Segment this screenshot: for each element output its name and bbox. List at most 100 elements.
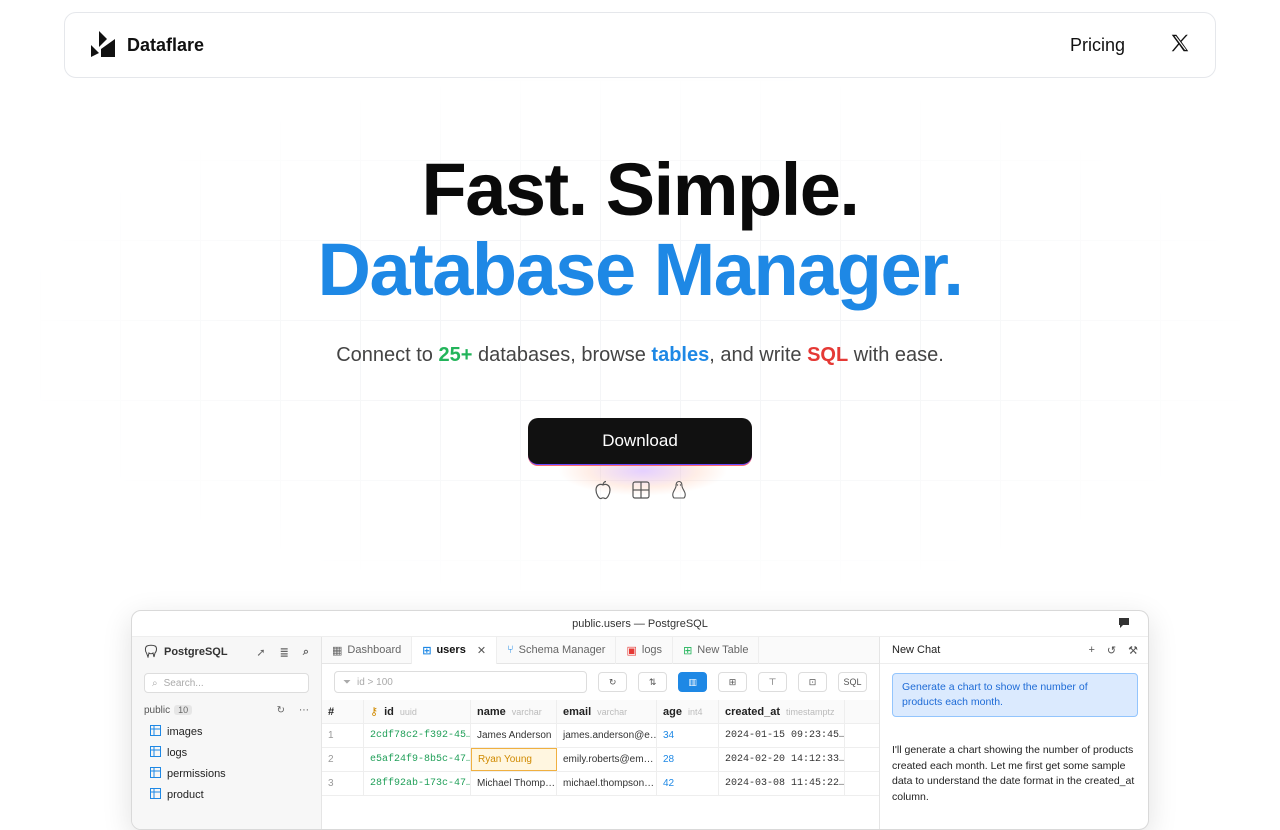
sql-button[interactable]: SQL [838,672,868,692]
column-header[interactable]: email varchar [557,700,657,723]
db-name: PostgreSQL [164,646,228,658]
chat-bubble-icon[interactable] [1118,617,1130,632]
sort-button[interactable]: ⇅ [638,672,668,692]
brand[interactable]: Dataflare [89,29,204,62]
columns-view-button[interactable]: ▥ [678,672,708,692]
column-name: email [563,705,592,718]
search-icon[interactable]: ⌕ [303,646,309,659]
cell-name[interactable]: Michael Thomp… [471,772,557,795]
sidebar-item-logs[interactable]: logs [132,742,321,763]
history-icon[interactable]: ↺ [1107,644,1116,657]
column-header[interactable]: # [322,700,364,723]
app-preview-window: public.users — PostgreSQL PostgreSQL ➚ ≣… [131,610,1149,830]
windows-icon[interactable] [630,478,652,502]
plus-icon[interactable]: + [1088,644,1094,657]
column-name: # [328,705,335,718]
sidebar-item-permissions[interactable]: permissions [132,763,321,784]
filter-icon: ⏷ [343,676,351,688]
tab-label: Dashboard [347,644,402,656]
tab-new-table[interactable]: ⊞ New Table [673,636,760,664]
column-header[interactable]: age int4 [657,700,719,723]
os-icons [592,478,690,502]
cell-email[interactable]: michael.thompson… [557,772,657,795]
hero-title-line1: Fast. Simple. [421,148,860,231]
column-name: name [477,705,506,718]
cell-age[interactable]: 28 [657,748,719,771]
terminal-icon: ▣ [626,644,637,657]
hero: Fast. Simple. Database Manager. Connect … [0,150,1280,367]
cell-age[interactable]: 34 [657,724,719,747]
top-navbar: Dataflare Pricing [64,12,1216,78]
cell-age[interactable]: 42 [657,772,719,795]
hero-title-line2: Database Manager. [317,228,964,311]
tab-users[interactable]: ⊞ users ✕ [412,636,498,664]
search-icon: ⌕ [152,677,158,689]
tab-schema-manager[interactable]: ⑂ Schema Manager [497,636,617,664]
schema-name: public [144,704,171,716]
brand-name: Dataflare [127,34,205,55]
cell-id[interactable]: 2cdf78c2-f392-45… [364,724,471,747]
table-row[interactable]: 2 e5af24f9-8b5c-47… Ryan Young emily.rob… [322,748,879,772]
tab-dashboard[interactable]: ▦ Dashboard [322,636,413,664]
column-header[interactable]: name varchar [471,700,557,723]
tab-logs[interactable]: ▣ logs [616,636,674,664]
column-type: varchar [511,706,542,717]
table-row[interactable]: 3 28ff92ab-173c-47… Michael Thomp… micha… [322,772,879,796]
window-title: public.users — PostgreSQL [572,617,708,630]
linux-icon[interactable] [668,478,690,502]
table-row[interactable]: 1 2cdf78c2-f392-45… James Anderson james… [322,724,879,748]
schema-selector[interactable]: public 10 ↻ ⋯ [132,699,321,721]
refresh-icon[interactable]: ↻ [277,705,285,716]
cell-id[interactable]: 28ff92ab-173c-47… [364,772,471,795]
column-type: int4 [687,706,703,717]
sidebar-item-product[interactable]: product [132,784,321,805]
x-twitter-icon[interactable] [1169,32,1191,59]
tab-bar: ▦ Dashboard ⊞ users ✕ ⑂ Schema Manager ▣… [322,636,879,664]
cell-email[interactable]: emily.roberts@em… [557,748,657,771]
cell-email[interactable]: james.anderson@e… [557,724,657,747]
table-toolbar: ⏷ id > 100 ↻ ⇅ ▥ ⊞ ⊤ ⊡ SQL [322,664,879,700]
apple-icon[interactable] [592,478,614,502]
filter-input[interactable]: ⏷ id > 100 [334,671,588,693]
sidebar-item-label: images [167,725,203,738]
column-header[interactable]: ⚷ id uuid [364,700,471,723]
add-row-button[interactable]: ⊞ [718,672,748,692]
close-tab-icon[interactable]: ✕ [477,644,486,657]
paint-button[interactable]: ⊤ [758,672,788,692]
sidebar-search-placeholder: Search... [163,677,204,689]
cell-name[interactable]: James Anderson [471,724,557,747]
database-icon[interactable]: ≣ [280,646,289,659]
user-prompt-message: Generate a chart to show the number of p… [892,673,1138,717]
dataflare-logo-icon [89,29,117,62]
sidebar-item-images[interactable]: images [132,721,321,742]
more-icon[interactable]: ⋯ [299,705,309,716]
cell-id[interactable]: e5af24f9-8b5c-47… [364,748,471,771]
cell-created-at[interactable]: 2024-01-15 09:23:45… [719,724,845,747]
column-name: age [663,705,682,718]
cell-name-selected[interactable]: Ryan Young [471,748,557,771]
column-name: created_at [725,705,781,718]
filter-placeholder: id > 100 [357,676,393,688]
ai-chat-panel: New Chat + ↺ ⚒ Generate a chart to show … [879,637,1148,829]
postgres-elephant-icon [144,644,158,661]
key-icon: ⚷ [370,706,379,718]
window-titlebar: public.users — PostgreSQL [132,611,1148,637]
tab-label: New Table [697,644,749,656]
export-button[interactable]: ⊡ [798,672,828,692]
table-header-row: # ⚷ id uuid name varchar email varchar age in… [322,700,879,724]
cell-created-at[interactable]: 2024-02-20 14:12:33… [719,748,845,771]
sidebar-search-input[interactable]: ⌕ Search... [144,673,309,693]
wrench-icon[interactable]: ⚒ [1128,644,1138,657]
hero-subtitle: Connect to 25+ databases, browse tables,… [0,344,1280,367]
refresh-button[interactable]: ↻ [598,672,628,692]
tab-label: Schema Manager [518,644,606,656]
download-button[interactable]: Download [528,418,752,465]
subtitle-part: with ease. [848,344,944,366]
rocket-icon[interactable]: ➚ [256,646,265,659]
pricing-link[interactable]: Pricing [1070,35,1125,56]
column-type: uuid [399,706,417,717]
sidebar: PostgreSQL ➚ ≣ ⌕ ⌕ Search... public 10 ↻… [132,637,322,829]
cell-created-at[interactable]: 2024-03-08 11:45:22… [719,772,845,795]
column-header[interactable]: created_at timestamptz [719,700,845,723]
column-name: id [384,705,394,718]
